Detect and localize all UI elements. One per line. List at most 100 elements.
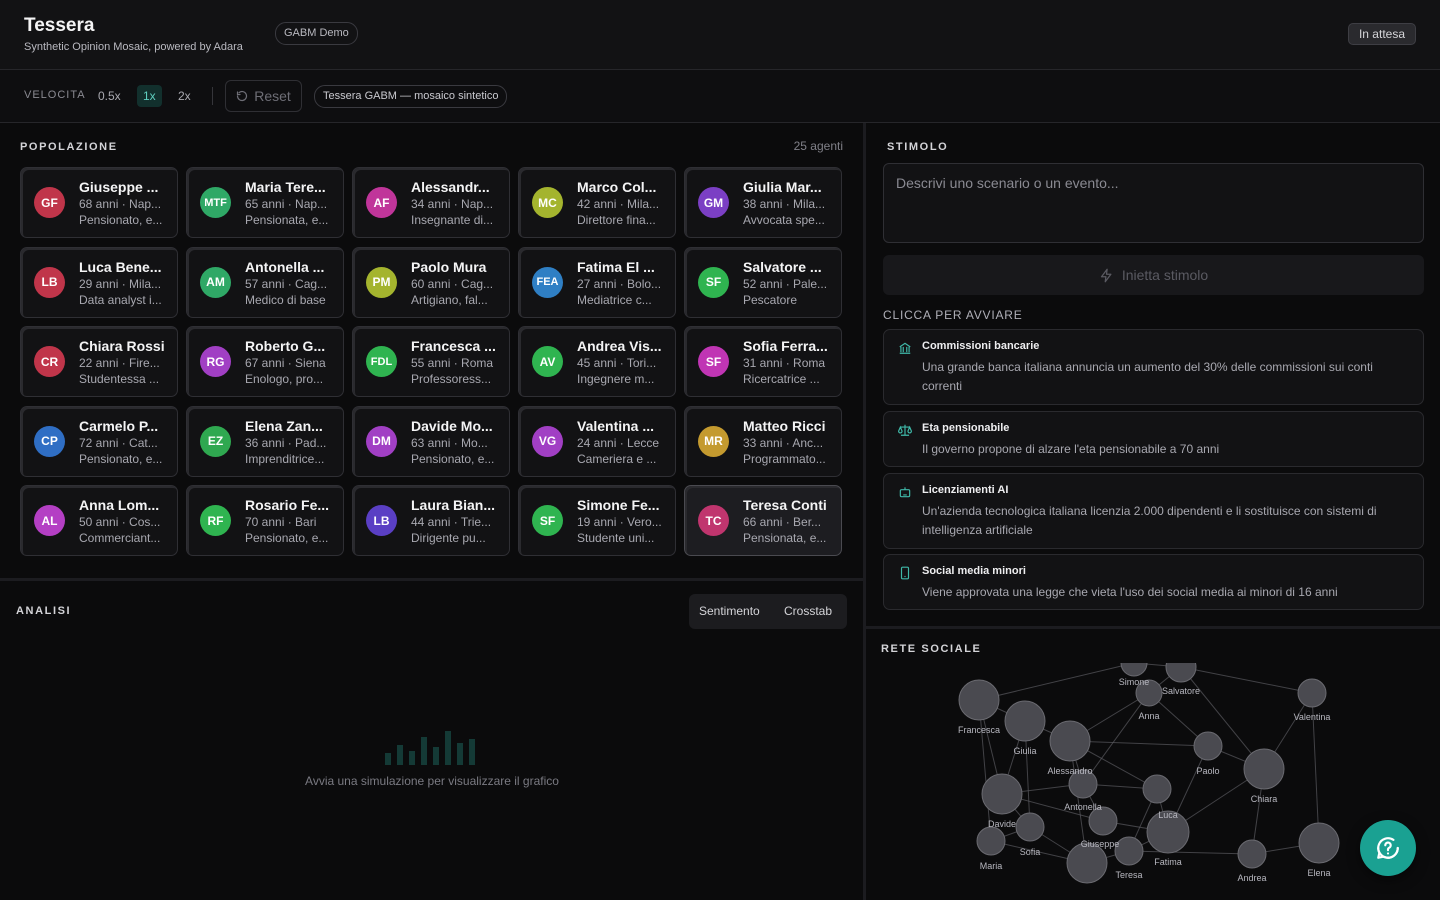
agent-card[interactable]: GM Giulia Mar... 38 anni · Mila... Avvocata… [684, 167, 842, 238]
agent-card[interactable]: AM Antonella ... 57 anni · Cag... Medico di… [186, 246, 344, 318]
agent-card[interactable]: MC Marco Col... 42 anni · Mila... Direttore… [518, 167, 676, 238]
agent-age-city: 45 anni · Tori... [577, 356, 657, 370]
avatar: TC [698, 505, 729, 536]
network-node[interactable] [1237, 839, 1267, 869]
network-node[interactable] [981, 773, 1023, 815]
tab-sentimento[interactable]: Sentimento [699, 604, 760, 618]
agent-occupation: Studentessa ... [79, 372, 160, 386]
agent-occupation: Imprenditrice... [245, 451, 325, 466]
agent-name: Marco Col... [577, 179, 657, 195]
agent-occupation: Dirigente pu... [411, 531, 486, 545]
agent-card[interactable]: SF Simone Fe... 19 anni · Vero... Studente … [518, 485, 676, 556]
agent-card[interactable]: TC Teresa Conti 66 anni · Ber... Pensionata… [684, 485, 842, 556]
agent-card[interactable]: CR Chiara Rossi 22 anni · Fire... Studentes… [20, 326, 178, 397]
network-node[interactable] [1015, 812, 1045, 842]
speed-label: VELOCITA [24, 89, 86, 101]
avatar: CP [34, 425, 65, 457]
network-node[interactable] [1298, 822, 1340, 864]
agent-occupation: Pensionato, e... [245, 531, 329, 545]
robot-icon [899, 487, 911, 498]
agent-occupation: Pensionato, e... [411, 451, 495, 466]
agent-card[interactable]: DM Davide Mo... 63 anni · Mo... Pensionato,… [352, 405, 510, 477]
agent-age-city: 66 anni · Ber... [743, 515, 822, 529]
scenario-licenziamenti-ai[interactable]: Licenziamenti AI Un'azienda tecnologica … [883, 473, 1424, 549]
agent-card[interactable]: RF Rosario Fe... 70 anni · Bari Pensionato,… [186, 485, 344, 556]
scenario-description: Un'azienda tecnologica italiana licenzia… [922, 504, 1377, 537]
agent-occupation: Enologo, pro... [245, 372, 324, 386]
speed-1x-button[interactable]: 1x [137, 85, 162, 107]
network-node[interactable] [1297, 678, 1327, 708]
speed-2x-button[interactable]: 2x [172, 85, 197, 107]
agent-card[interactable]: CP Carmelo P... 72 anni · Cat... Pensionato… [20, 405, 178, 477]
agent-name: Rosario Fe... [245, 497, 330, 513]
help-button[interactable] [1360, 820, 1416, 876]
speed-0-5x-button[interactable]: 0.5x [92, 85, 127, 107]
agent-card[interactable]: PM Paolo Mura 60 anni · Cag... Artigiano, f… [352, 246, 510, 318]
agent-card[interactable]: SF Salvatore ... 52 anni · Pale... Pescator… [684, 246, 842, 318]
agent-card[interactable]: AV Andrea Vis... 45 anni · Tori... Ingegner… [518, 326, 676, 397]
scenario-description: Il governo propone di alzare l'eta pensi… [922, 442, 1220, 456]
inject-stimulus-button[interactable]: Inietta stimolo [883, 255, 1424, 295]
agent-card[interactable]: MTF Maria Tere... 65 anni · Nap... Pensiona… [186, 167, 344, 238]
agent-name: Giuseppe ... [79, 179, 159, 195]
network-node[interactable] [958, 679, 1000, 721]
agent-card[interactable]: FDL Francesca ... 55 anni · Roma Professore… [352, 326, 510, 397]
avatar: SF [698, 346, 729, 377]
network-node[interactable] [1243, 748, 1285, 790]
agent-age-city: 68 anni · Nap... [79, 197, 162, 211]
agent-occupation: Ricercatrice ... [743, 372, 820, 386]
network-node-label: Simone [1119, 677, 1150, 687]
avatar: LB [34, 266, 65, 298]
stimulus-input[interactable] [883, 163, 1424, 243]
reset-button[interactable]: Reset [225, 80, 302, 112]
network-node[interactable] [1049, 720, 1091, 762]
agent-name: Matteo Ricci [743, 417, 826, 434]
agent-name: Sofia Ferra... [743, 338, 828, 354]
stimulus-title: STIMOLO [887, 141, 949, 153]
agent-card[interactable]: GF Giuseppe ... 68 anni · Nap... Pensionato… [20, 167, 178, 238]
network-node-label: Francesca [958, 725, 1000, 735]
network-node[interactable] [1120, 663, 1148, 677]
agent-card[interactable]: AF Alessandr... 34 anni · Nap... Insegnante… [352, 167, 510, 238]
toolbar: VELOCITA 0.5x 1x 2x Reset Tessera GABM —… [0, 70, 1440, 123]
network-node[interactable] [1142, 774, 1172, 804]
scenario-title: Social media minori [922, 565, 1026, 577]
agent-name: Laura Bian... [411, 497, 496, 513]
network-node[interactable] [1193, 731, 1223, 761]
tab-crosstab[interactable]: Crosstab [784, 604, 832, 618]
network-edge [1180, 666, 1313, 694]
agent-occupation: Pensionata, e... [743, 531, 827, 545]
agent-occupation: Pensionata, e... [245, 213, 329, 227]
agent-age-city: 36 anni · Pad... [245, 435, 327, 450]
agent-age-city: 70 anni · Bari [245, 515, 317, 529]
agent-card[interactable]: RG Roberto G... 67 anni · Siena Enologo, pr… [186, 326, 344, 397]
agent-age-city: 24 anni · Lecce [577, 435, 660, 450]
agent-card[interactable]: SF Sofia Ferra... 31 anni · Roma Ricercatri… [684, 326, 842, 397]
agent-card[interactable]: LB Luca Bene... 29 anni · Mila... Data anal… [20, 246, 178, 318]
status-badge: In attesa [1347, 23, 1416, 45]
agent-name: Elena Zan... [245, 417, 323, 434]
social-network-graph[interactable]: Simone Salvatore Anna Valentina Francesca Giu… [866, 663, 1440, 900]
scenario-social-media-minori[interactable]: Social media minori Viene approvata una … [883, 554, 1424, 610]
agent-card[interactable]: EZ Elena Zan... 36 anni · Pad... Imprenditr… [186, 405, 344, 477]
scenario-title: Commissioni bancarie [922, 340, 1040, 352]
agent-card[interactable]: MR Matteo Ricci 33 anni · Anc... Programmat… [684, 405, 842, 477]
agent-occupation: Studente uni... [577, 531, 655, 545]
agent-card[interactable]: VG Valentina ... 24 anni · Lecce Cameriera … [518, 405, 676, 477]
network-node[interactable] [1004, 700, 1046, 742]
scenario-commissioni-bancarie[interactable]: Commissioni bancarie Una grande banca it… [883, 329, 1424, 405]
agent-name: Roberto G... [245, 338, 326, 354]
agent-age-city: 34 anni · Nap... [411, 197, 494, 211]
agent-card[interactable]: FEA Fatima El ... 27 anni · Bolo... Mediatr… [518, 246, 676, 318]
analysis-tabs: Sentimento Crosstab [689, 594, 847, 629]
agent-name: Chiara Rossi [79, 338, 165, 354]
agent-card[interactable]: AL Anna Lom... 50 anni · Cos... Commerciant… [20, 485, 178, 556]
agent-card[interactable]: LB Laura Bian... 44 anni · Trie... Dirigent… [352, 485, 510, 556]
network-node[interactable] [1066, 842, 1108, 884]
app-header: Tessera Synthetic Opinion Mosaic, powere… [0, 0, 1440, 70]
network-node[interactable] [976, 826, 1006, 856]
agent-name: Carmelo P... [79, 417, 159, 434]
network-node-label: Maria [980, 861, 1003, 871]
agent-age-city: 33 anni · Anc... [743, 435, 824, 450]
scenario-eta-pensionabile[interactable]: Eta pensionabile Il governo propone di a… [883, 411, 1424, 467]
